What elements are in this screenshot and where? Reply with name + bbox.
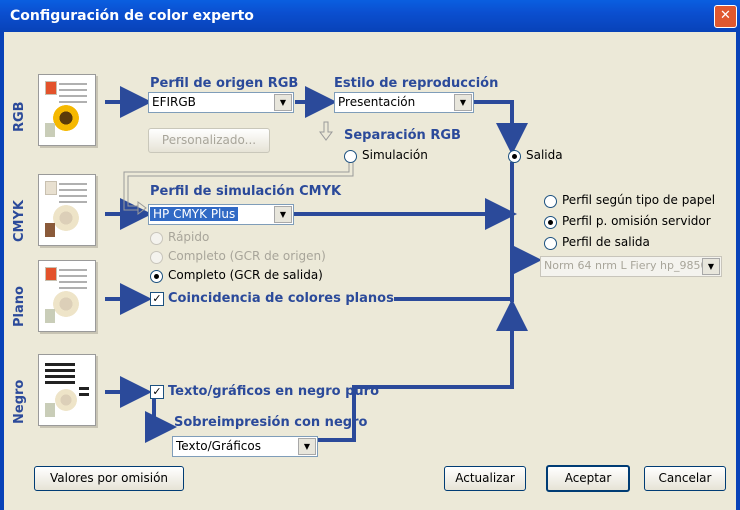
black-overprint-select[interactable]: Texto/Gráficos ▼ xyxy=(172,436,318,457)
paper-type-profile-radio[interactable] xyxy=(544,195,557,208)
row-label-negro: Negro xyxy=(12,379,27,424)
rgb-separation-header: Separación RGB xyxy=(344,128,461,143)
separation-down-arrow xyxy=(319,121,333,141)
output-profile-select[interactable]: Norm 64 nrm L Fiery hp_9850 ▼ xyxy=(540,256,722,277)
output-label: Salida xyxy=(526,148,563,162)
rendering-style-header: Estilo de reproducción xyxy=(334,76,499,91)
black-document-icon xyxy=(38,354,96,426)
dialog-window: Configuración de color experto ✕ RGB CMY… xyxy=(0,0,740,510)
row-label-cmyk: CMYK xyxy=(12,200,27,242)
pure-black-label: Texto/gráficos en negro puro xyxy=(168,384,380,399)
pure-black-checkbox[interactable]: ✓ xyxy=(150,385,164,399)
window-title: Configuración de color experto xyxy=(10,8,254,24)
cmyk-simulation-select[interactable]: HP CMYK Plus ▼ xyxy=(148,204,294,225)
dialog-content: RGB CMYK Plano Negro Perfil de origen RG… xyxy=(4,32,736,510)
simulation-label: Simulación xyxy=(362,148,428,162)
full-gcr-source-label: Completo (GCR de origen) xyxy=(168,249,326,263)
window-right-border xyxy=(736,32,740,510)
full-gcr-source-radio[interactable] xyxy=(150,251,163,264)
output-profile-value: Norm 64 nrm L Fiery hp_9850 xyxy=(544,259,702,272)
cmyk-simulation-value: HP CMYK Plus xyxy=(150,207,239,221)
cancel-button[interactable]: Cancelar xyxy=(644,466,726,491)
chevron-down-icon: ▼ xyxy=(274,94,292,111)
paper-type-profile-label: Perfil según tipo de papel xyxy=(562,193,716,207)
simulation-radio[interactable] xyxy=(344,150,357,163)
cmyk-simulation-header: Perfil de simulación CMYK xyxy=(150,184,342,199)
server-default-profile-label: Perfil p. omisión servidor xyxy=(562,214,711,228)
chevron-down-icon: ▼ xyxy=(298,438,316,455)
arrow-rendering-to-output xyxy=(474,100,528,155)
custom-button[interactable]: Personalizado... xyxy=(148,128,270,153)
chevron-down-icon: ▼ xyxy=(454,94,472,111)
black-overprint-header: Sobreimpresión con negro xyxy=(174,415,368,430)
output-radio[interactable] xyxy=(508,150,521,163)
row-label-rgb: RGB xyxy=(12,101,27,132)
chevron-down-icon: ▼ xyxy=(274,206,292,223)
defaults-button[interactable]: Valores por omisión xyxy=(34,466,184,491)
spot-color-label: Coincidencia de colores planos xyxy=(168,291,394,306)
black-overprint-value: Texto/Gráficos xyxy=(176,439,261,453)
rendering-style-value: Presentación xyxy=(338,95,416,109)
title-bar: Configuración de color experto ✕ xyxy=(0,0,740,32)
rendering-style-select[interactable]: Presentación ▼ xyxy=(334,92,474,113)
spot-color-checkbox[interactable]: ✓ xyxy=(150,292,164,306)
close-icon[interactable]: ✕ xyxy=(714,5,737,28)
cmyk-document-icon xyxy=(38,174,96,246)
output-profile-label: Perfil de salida xyxy=(562,235,650,249)
server-default-profile-radio[interactable] xyxy=(544,216,557,229)
rgb-document-icon xyxy=(38,74,96,146)
output-profile-radio[interactable] xyxy=(544,237,557,250)
row-label-plano: Plano xyxy=(12,286,27,327)
arrow-black-to-overprint xyxy=(145,397,177,443)
rgb-source-profile-select[interactable]: EFIRGB ▼ xyxy=(148,92,294,113)
full-gcr-output-label: Completo (GCR de salida) xyxy=(168,268,323,282)
fast-radio[interactable] xyxy=(150,232,163,245)
chevron-down-icon: ▼ xyxy=(702,258,720,275)
rgb-source-profile-header: Perfil de origen RGB xyxy=(150,76,299,91)
spot-document-icon xyxy=(38,260,96,332)
accept-button[interactable]: Aceptar xyxy=(546,465,630,492)
rgb-source-profile-value: EFIRGB xyxy=(152,95,196,109)
fast-label: Rápido xyxy=(168,230,210,244)
full-gcr-output-radio[interactable] xyxy=(150,270,163,283)
update-button[interactable]: Actualizar xyxy=(444,466,526,491)
